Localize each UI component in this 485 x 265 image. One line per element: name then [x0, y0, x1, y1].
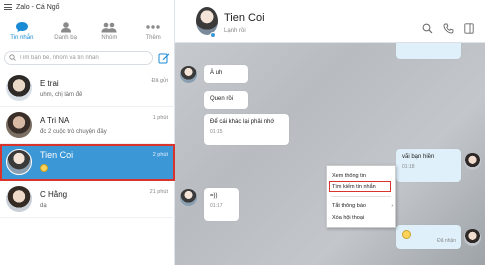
tab-groups[interactable]: Nhóm: [88, 16, 132, 46]
avatar: [6, 186, 32, 212]
tab-label: Thêm: [145, 35, 161, 41]
conversation-list: E trai uhm, chị làm đê Đã gửi A Tri NA đ…: [0, 70, 175, 218]
tab-label: Danh bạ: [54, 35, 77, 41]
message-bubble[interactable]: Để cái khác lại phải nhớ 01:15: [204, 114, 289, 145]
context-menu: Xem thông tin Tìm kiếm tin nhắn Tắt thôn…: [326, 165, 396, 228]
message-bubble-partial: [396, 43, 461, 59]
conversation-preview: dạ: [40, 202, 47, 209]
message-bubble[interactable]: vãi bạn hiền 01:18: [396, 149, 461, 182]
conversation-preview: [40, 164, 175, 174]
message-status: Đã nhận: [437, 238, 456, 244]
menu-item-label: Tắt thông báo: [332, 202, 366, 209]
message-text: vãi bạn hiền: [402, 154, 435, 160]
group-icon: [101, 21, 117, 33]
message-text: Để cái khác lại phải nhớ: [210, 119, 275, 125]
search-row: [4, 50, 171, 66]
tab-more[interactable]: Thêm: [131, 16, 175, 46]
message-time: 01:17: [210, 203, 223, 209]
sidebar-toggle-icon[interactable]: [463, 22, 475, 34]
tab-contacts[interactable]: Danh bạ: [44, 16, 88, 46]
conversation-time: 1 phút: [152, 115, 168, 121]
chevron-right-icon: ›: [391, 202, 393, 209]
message-bubble[interactable]: Quen rồi: [204, 91, 248, 109]
avatar: [6, 149, 32, 175]
conversation-time: 2 phút: [152, 152, 168, 158]
my-avatar-small: [464, 153, 481, 170]
app-title: Zalo - Cá Ngố: [16, 3, 60, 11]
menu-item-label: Xem thông tin: [332, 172, 366, 179]
menu-separator: [331, 196, 391, 197]
contact-avatar-small: [180, 189, 197, 206]
menu-item-delete-conversation[interactable]: Xóa hội thoại: [327, 212, 397, 223]
message-bubble[interactable]: Đã nhận: [396, 225, 461, 249]
online-status-dot: [210, 32, 216, 38]
search-icon: [9, 53, 16, 63]
hamburger-menu-icon[interactable]: [4, 4, 12, 10]
sidebar: Zalo - Cá Ngố Tin nhắn Danh bạ Nhóm Thêm: [0, 0, 175, 265]
emoji-icon: [402, 230, 411, 239]
tab-label: Tin nhắn: [10, 35, 34, 41]
contact-name: Tien Coi: [224, 12, 265, 24]
conversation-item-selected[interactable]: Tien Coi 2 phút: [0, 144, 175, 181]
conversation-preview: uhm, chị làm đê: [40, 91, 83, 98]
avatar: [6, 75, 32, 101]
phone-icon[interactable]: [442, 22, 454, 34]
title-bar: Zalo - Cá Ngố: [0, 0, 175, 14]
more-dots-icon: [146, 21, 160, 33]
message-text: À uh: [210, 70, 223, 76]
search-input[interactable]: [19, 55, 139, 61]
emoji-icon: [40, 164, 48, 172]
conversation-time: 21 phút: [149, 189, 168, 195]
my-avatar-small: [464, 229, 481, 246]
menu-item-label: Xóa hội thoại: [332, 214, 365, 221]
message-text: =)): [210, 193, 218, 199]
conversation-time: Đã gửi: [151, 78, 168, 84]
contact-avatar[interactable]: [196, 7, 218, 35]
search-icon[interactable]: [421, 22, 433, 34]
menu-item-mute[interactable]: Tắt thông báo ›: [327, 200, 397, 211]
contact-avatar-small: [180, 66, 197, 83]
nav-tabs: Tin nhắn Danh bạ Nhóm Thêm: [0, 16, 175, 46]
avatar: [6, 112, 32, 138]
message-bubble[interactable]: À uh: [204, 65, 248, 83]
message-time: 01:18: [402, 164, 415, 170]
conversation-preview: đc 2 cuộc trò chuyện đây: [40, 128, 107, 135]
conversation-item[interactable]: C Hằng dạ 21 phút: [0, 181, 175, 218]
tab-messages[interactable]: Tin nhắn: [0, 16, 44, 46]
menu-item-search-messages[interactable]: Tìm kiếm tin nhắn: [329, 181, 391, 192]
chat-header: Tien Coi Lạnh rồi: [175, 0, 485, 43]
tab-label: Nhóm: [101, 35, 118, 41]
menu-item-view-info[interactable]: Xem thông tin: [327, 170, 397, 181]
search-box: [4, 51, 153, 65]
conversation-item[interactable]: A Tri NA đc 2 cuộc trò chuyện đây 1 phút: [0, 107, 175, 144]
message-time: 01:15: [210, 129, 223, 135]
conversation-item[interactable]: E trai uhm, chị làm đê Đã gửi: [0, 70, 175, 107]
menu-item-label: Tìm kiếm tin nhắn: [332, 183, 376, 190]
compose-icon[interactable]: [157, 51, 171, 65]
contact-icon: [60, 21, 72, 33]
message-text: Quen rồi: [210, 96, 234, 102]
message-bubble[interactable]: =)) 01:17: [204, 188, 239, 221]
contact-status: Lạnh rồi: [224, 28, 246, 34]
chat-bubble-icon: [15, 21, 29, 33]
